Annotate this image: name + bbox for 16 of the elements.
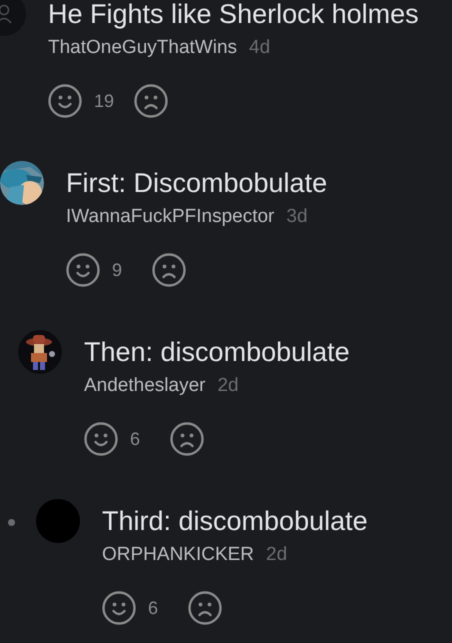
comment-text: Then: discombobulate <box>84 336 350 369</box>
username[interactable]: ThatOneGuyThatWins <box>48 34 238 62</box>
comment-time: 2d <box>266 542 288 567</box>
comment-time: 4d <box>249 36 270 60</box>
comment-time: 2d <box>217 374 239 398</box>
like-count: 6 <box>148 596 160 620</box>
comment-text: Third: discombobulate <box>102 505 368 538</box>
comment-text: He Fights like Sherlock holmes <box>48 0 419 31</box>
username[interactable]: Andetheslayer <box>84 372 206 400</box>
like-count: 6 <box>130 428 142 450</box>
comment-time: 3d <box>286 204 308 229</box>
username[interactable]: ORPHANKICKER <box>102 540 254 570</box>
username[interactable]: IWannaFuckPFInspector <box>66 202 274 232</box>
like-count: 19 <box>94 90 116 112</box>
comment-text: First: Discombobulate <box>66 167 328 200</box>
like-count: 9 <box>112 258 124 282</box>
